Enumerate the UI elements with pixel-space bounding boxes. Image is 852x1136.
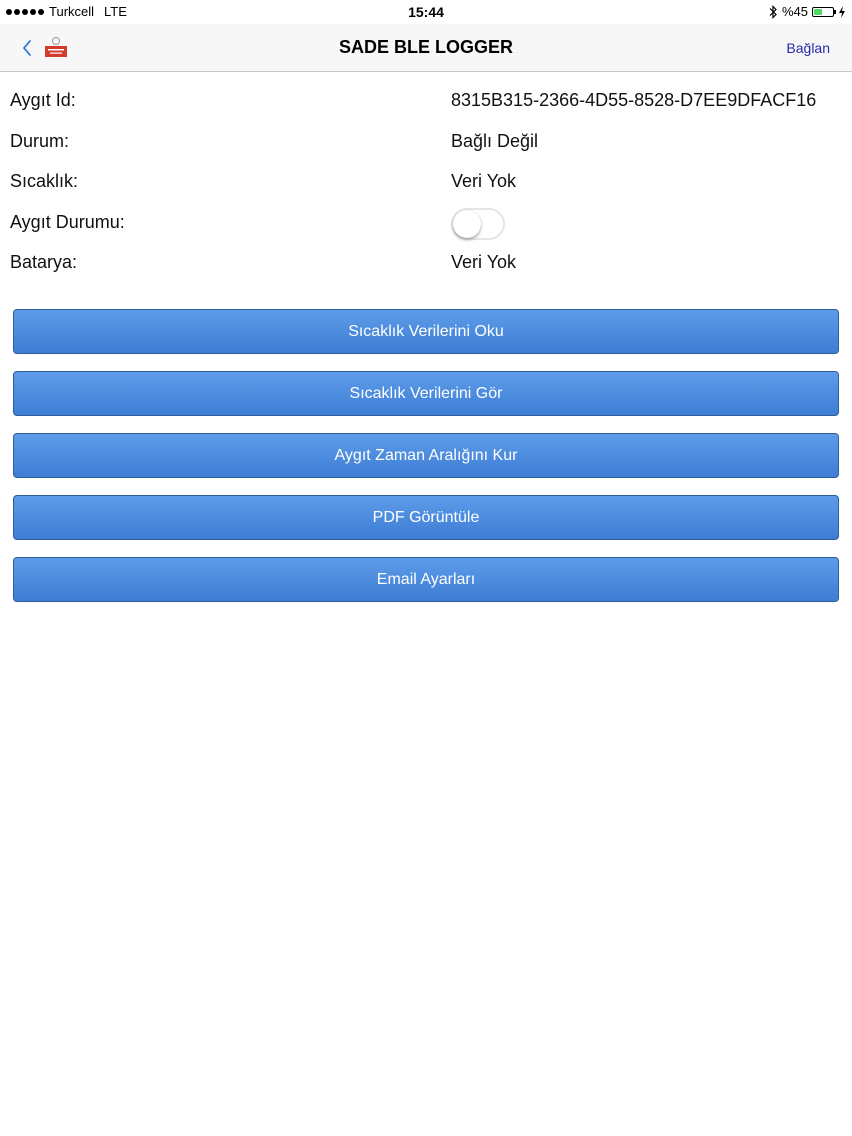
status-bar: Turkcell LTE 15:44 %45 <box>0 0 852 24</box>
status-right: %45 <box>768 4 846 19</box>
status-value: Bağlı Değil <box>451 130 539 151</box>
action-buttons: Sıcaklık Verilerini Oku Sıcaklık Veriler… <box>13 309 839 619</box>
page-title: SADE BLE LOGGER <box>338 37 513 57</box>
temperature-row: Sıcaklık: Veri Yok <box>0 163 852 204</box>
email-settings-button[interactable]: Email Ayarları <box>13 557 839 602</box>
status-time: 15:44 <box>408 4 444 20</box>
connect-button[interactable]: Bağlan <box>786 40 830 56</box>
battery-percent: %45 <box>781 4 808 19</box>
temperature-value: Veri Yok <box>451 171 517 191</box>
battery-row: Batarya: Veri Yok <box>0 244 852 285</box>
device-id-label: Aygıt Id: <box>10 90 76 110</box>
view-pdf-button[interactable]: PDF Görüntüle <box>13 495 839 540</box>
read-temperature-data-button[interactable]: Sıcaklık Verilerini Oku <box>13 309 839 354</box>
device-state-label: Aygıt Durumu: <box>10 211 125 232</box>
logo-icon <box>45 37 67 57</box>
device-id-row: Aygıt Id: 8315B315-2366-4D55-8528-D7EE9D… <box>0 82 852 123</box>
view-temperature-data-button[interactable]: Sıcaklık Verilerini Gör <box>13 371 839 416</box>
battery-value: Veri Yok <box>451 252 517 272</box>
charging-icon <box>839 5 845 18</box>
set-device-interval-button[interactable]: Aygıt Zaman Aralığını Kur <box>13 433 839 478</box>
device-state-toggle[interactable] <box>451 207 505 240</box>
back-chevron-icon[interactable] <box>20 38 34 58</box>
device-info-list: Aygıt Id: 8315B315-2366-4D55-8528-D7EE9D… <box>0 82 852 285</box>
battery-icon <box>812 6 836 17</box>
device-id-value: 8315B315-2366-4D55-8528-D7EE9DFACF16 <box>451 90 817 110</box>
status-label: Durum: <box>10 130 70 151</box>
device-state-row: Aygıt Durumu: <box>0 204 852 245</box>
battery-label: Batarya: <box>10 252 78 272</box>
temperature-label: Sıcaklık: <box>10 171 79 191</box>
navigation-bar: SADE BLE LOGGER Bağlan <box>0 24 852 72</box>
status-row: Durum: Bağlı Değil <box>0 123 852 164</box>
toggle-knob <box>453 209 481 238</box>
bluetooth-icon <box>769 4 777 19</box>
battery-fill <box>814 8 823 15</box>
